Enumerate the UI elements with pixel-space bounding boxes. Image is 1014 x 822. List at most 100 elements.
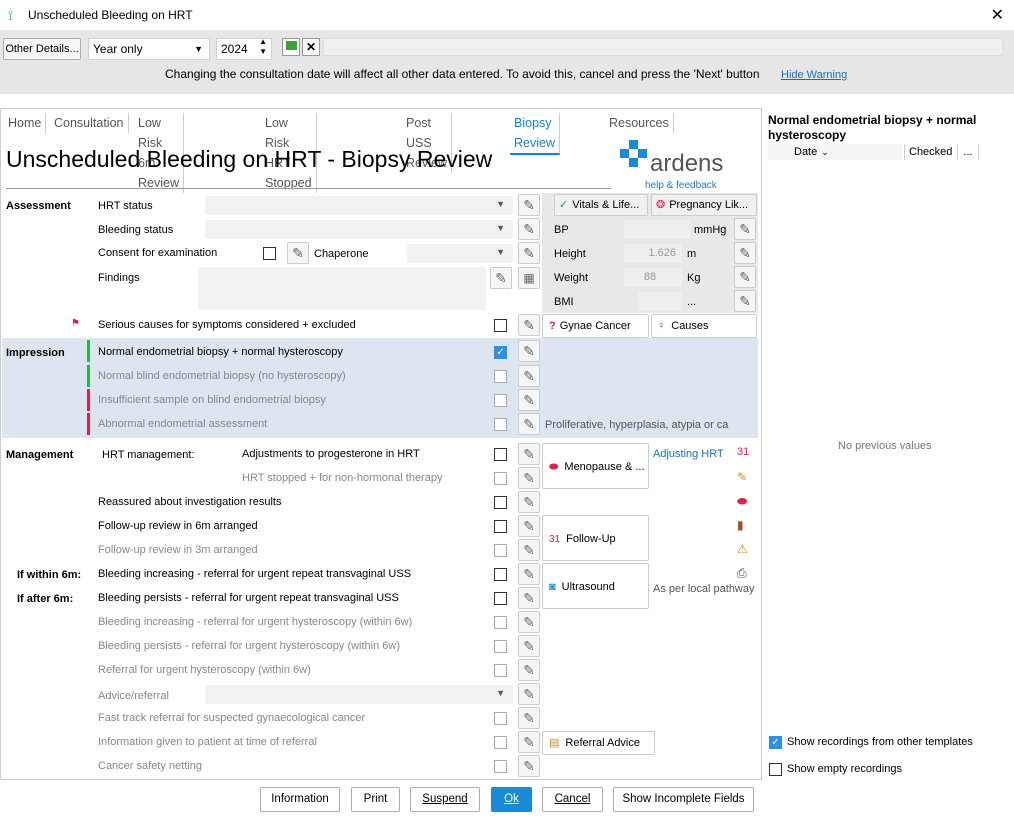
height-input[interactable]: 1.626 (624, 244, 682, 263)
show-empty-checkbox[interactable] (769, 763, 782, 776)
serious-causes-checkbox[interactable] (494, 319, 507, 332)
hrt-status-dropdown[interactable]: ▼ (205, 196, 513, 215)
pencil-icon[interactable]: ✎ (518, 467, 540, 489)
col-date[interactable]: Date ⌄ (768, 144, 902, 160)
mgmt-checkbox[interactable] (494, 664, 507, 677)
pencil-icon[interactable]: ✎ (518, 491, 540, 513)
mgmt-checkbox[interactable] (494, 640, 507, 653)
consent-checkbox[interactable] (263, 247, 276, 260)
cancel-button[interactable]: Cancel (542, 787, 603, 812)
hide-warning-link[interactable]: Hide Warning (781, 69, 847, 81)
col-more[interactable]: ... (957, 144, 979, 160)
ardens-cross-icon (620, 140, 647, 167)
mgmt-checkbox[interactable] (494, 544, 507, 557)
pencil-icon[interactable]: ✎ (518, 314, 540, 336)
suspend-button[interactable]: Suspend (410, 787, 480, 812)
pencil-icon[interactable]: ✎ (518, 755, 540, 777)
tab-biopsy-review[interactable]: Biopsy Review (510, 113, 560, 155)
pencil-icon[interactable]: ✎ (734, 242, 756, 264)
flag-icon (286, 41, 297, 50)
pencil-icon[interactable]: ✎ (518, 611, 540, 633)
pencil-icon[interactable]: ✎ (287, 242, 309, 264)
bleeding-status-dropdown[interactable]: ▼ (205, 220, 513, 239)
mgmt-checkbox[interactable] (494, 616, 507, 629)
mgmt-checkbox[interactable] (494, 736, 507, 749)
mgmt-checkbox[interactable] (494, 592, 507, 605)
help-feedback-link[interactable]: help & feedback (645, 180, 717, 191)
vitals-button[interactable]: ✓ Vitals & Life... (554, 194, 648, 216)
pencil-icon[interactable]: ✎ (734, 218, 756, 240)
advice-dropdown[interactable]: ▼ (205, 685, 513, 704)
pencil-icon[interactable]: ✎ (518, 194, 540, 216)
col-checked[interactable]: Checked (904, 144, 956, 160)
pencil-icon[interactable]: ✎ (518, 683, 540, 705)
impression-checkbox[interactable] (494, 370, 507, 383)
pencil-icon[interactable]: ✎ (518, 635, 540, 657)
pencil-icon[interactable]: ✎ (518, 389, 540, 411)
impression-checkbox-checked[interactable]: ✓ (494, 346, 507, 359)
weight-input[interactable]: 88 (624, 268, 682, 287)
pencil-icon[interactable]: ✎ (518, 563, 540, 585)
menopause-button[interactable]: ⬬ Menopause & ... (542, 443, 649, 489)
pencil-icon[interactable]: ✎ (518, 587, 540, 609)
mgmt-checkbox[interactable] (494, 472, 507, 485)
show-other-templates-checkbox[interactable]: ✓ (769, 736, 782, 749)
ultrasound-button[interactable]: ◙ Ultrasound (542, 563, 649, 609)
pencil-icon[interactable]: ✎ (518, 242, 540, 264)
pregnancy-button[interactable]: ❂ Pregnancy Lik... (651, 194, 757, 216)
ardens-logo[interactable]: ardens help & feedback (620, 140, 723, 191)
pencil-icon[interactable]: ✎ (518, 707, 540, 729)
calendar-icon[interactable]: 31 (737, 446, 749, 458)
other-details-button[interactable]: Other Details... (3, 38, 81, 60)
calendar-add-icon[interactable]: ▦ (518, 267, 540, 289)
warning-icon[interactable]: ⚠ (737, 542, 748, 556)
pill-icon[interactable]: ⬬ (737, 494, 747, 509)
print-button[interactable]: Print (351, 787, 400, 812)
note-icon[interactable]: ✎ (737, 470, 747, 484)
gynae-cancer-button[interactable]: ? Gynae Cancer (542, 314, 649, 338)
bp-input[interactable] (624, 220, 690, 239)
impression-checkbox[interactable] (494, 418, 507, 431)
pencil-icon[interactable]: ✎ (518, 413, 540, 435)
pencil-icon[interactable]: ✎ (518, 659, 540, 681)
pencil-icon[interactable]: ✎ (518, 539, 540, 561)
pencil-icon[interactable]: ✎ (734, 290, 756, 312)
mgmt-checkbox[interactable] (494, 712, 507, 725)
adjusting-hrt-link[interactable]: Adjusting HRT (653, 448, 724, 460)
print-icon[interactable]: ⎙ (737, 566, 747, 581)
information-button[interactable]: Information (260, 787, 340, 812)
referral-advice-button[interactable]: ▤ Referral Advice (542, 731, 655, 755)
flag-button[interactable] (282, 38, 300, 56)
pencil-icon[interactable]: ✎ (518, 365, 540, 387)
consultation-text-field[interactable] (323, 38, 1003, 56)
mgmt-checkbox[interactable] (494, 448, 507, 461)
pencil-icon[interactable]: ✎ (734, 266, 756, 288)
pencil-icon[interactable]: ✎ (518, 340, 540, 362)
pencil-icon[interactable]: ✎ (518, 218, 540, 240)
close-icon[interactable]: ✕ (991, 5, 1004, 25)
mgmt-checkbox[interactable] (494, 496, 507, 509)
year-stepper[interactable]: 2024 ▲ ▼ (216, 37, 272, 60)
chaperone-dropdown[interactable]: ▼ (407, 244, 513, 263)
follow-up-button[interactable]: 31 Follow-Up (542, 515, 649, 561)
impression-checkbox[interactable] (494, 394, 507, 407)
findings-input[interactable] (198, 267, 486, 310)
pencil-icon[interactable]: ✎ (518, 443, 540, 465)
tab-home[interactable]: Home (4, 113, 47, 133)
ok-button[interactable]: Ok (491, 787, 532, 812)
pencil-icon[interactable]: ✎ (490, 267, 512, 289)
pencil-icon[interactable]: ✎ (518, 515, 540, 537)
date-mode-select[interactable]: Year only ▼ (88, 38, 210, 60)
pencil-icon[interactable]: ✎ (518, 731, 540, 753)
show-incomplete-button[interactable]: Show Incomplete Fields (613, 787, 754, 812)
bmi-input[interactable] (638, 292, 682, 311)
clear-button[interactable]: ✕ (302, 38, 320, 56)
bottle-icon[interactable]: ▮ (737, 518, 744, 532)
mgmt-checkbox[interactable] (494, 760, 507, 773)
tab-consultation[interactable]: Consultation (50, 113, 129, 133)
mgmt-checkbox[interactable] (494, 520, 507, 533)
causes-button[interactable]: ♀ Causes (651, 314, 757, 338)
tab-resources[interactable]: Resources (605, 113, 674, 133)
fu6-label: Follow-up review in 6m arranged (98, 520, 258, 532)
mgmt-checkbox[interactable] (494, 568, 507, 581)
